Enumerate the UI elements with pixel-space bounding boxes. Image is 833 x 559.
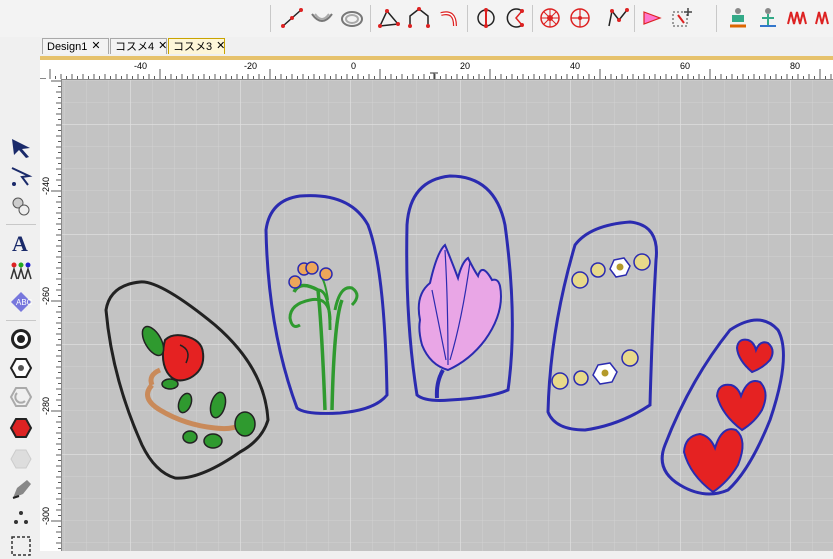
toolbar-separator [716,5,717,32]
ruler-label: -40 [134,61,147,71]
ruler-label: 40 [570,61,580,71]
toolbar-separator [270,5,271,32]
top-toolbar [0,0,833,38]
left-tool-panel: A ABC [0,37,41,556]
embroidery-figure-icon[interactable] [724,4,752,32]
monogram-tool-icon[interactable]: ABC [7,289,35,315]
tab-design1[interactable]: Design1 ✕ [42,38,109,54]
transform-tool-icon[interactable] [668,4,696,32]
toolbar-separator [467,5,468,32]
edit-points-icon[interactable] [7,164,35,190]
svg-text:A: A [12,231,28,254]
ruler-label: -280 [41,397,51,415]
select-arrow-icon[interactable] [7,135,35,161]
toolbar-separator [634,5,635,32]
arc-open-icon[interactable] [308,4,336,32]
horizontal-ruler: -40 -20 0 20 40 60 80 [46,60,833,80]
ruler-cursor-marker [430,72,438,79]
select-box-icon[interactable] [7,533,35,559]
rotate-tool-icon[interactable] [7,193,35,219]
arc-closed-icon[interactable] [338,4,366,32]
ruler-label: -20 [244,61,257,71]
circle-target-icon[interactable] [7,326,35,352]
toolbar-separator [370,5,371,32]
design-canvas[interactable] [62,80,833,551]
tab-label: コスメ4 [115,40,155,53]
line-tool-icon[interactable] [278,4,306,32]
text-tool-icon[interactable]: A [7,229,35,255]
close-icon[interactable]: ✕ [216,41,225,52]
dots-tool-icon[interactable] [7,507,35,533]
hexagon-outline-icon[interactable] [7,355,35,381]
document-tab-bar: Design1 ✕ コスメ4 ✕ コスメ3 ✕ [40,37,833,56]
ruler-label: -240 [41,177,51,195]
half-circle-icon[interactable] [472,4,500,32]
tab-label: Design1 [47,40,88,53]
zigzag-icon[interactable] [604,4,632,32]
tool-separator [6,320,36,321]
hexagon-gray-icon[interactable] [7,446,35,472]
pen-tool-icon[interactable] [7,477,35,503]
circle-cross-icon[interactable] [566,4,594,32]
hexagon-filled-icon[interactable] [7,415,35,441]
close-icon[interactable]: ✕ [91,41,100,52]
tab-label: コスメ3 [173,40,213,53]
house-shape-icon[interactable] [405,4,433,32]
ruler-label: -300 [41,507,51,525]
vertical-ruler: -240 -260 -280 -300 [40,79,62,551]
tab-cosme4[interactable]: コスメ4 ✕ [110,38,167,54]
wave-stitch-2-icon[interactable] [812,4,833,32]
curve-tool-icon[interactable] [435,4,463,32]
close-icon[interactable]: ✕ [158,41,167,52]
toolbar-separator [532,5,533,32]
ruler-label: 80 [790,61,800,71]
flag-tool-icon[interactable] [638,4,666,32]
stitch-figure-icon[interactable] [754,4,782,32]
svg-text:ABC: ABC [16,298,33,307]
people-tool-icon[interactable] [7,258,35,284]
ruler-label: -260 [41,287,51,305]
arc-segment-icon[interactable] [502,4,530,32]
ruler-label: 20 [460,61,470,71]
tool-separator [6,224,36,225]
tab-cosme3[interactable]: コスメ3 ✕ [168,38,225,54]
wave-stitch-icon[interactable] [784,4,812,32]
arc-shape-icon[interactable] [7,384,35,410]
circle-radial-icon[interactable] [536,4,564,32]
ruler-label: 60 [680,61,690,71]
ruler-label: 0 [351,61,356,71]
polygon-tool-icon[interactable] [375,4,403,32]
